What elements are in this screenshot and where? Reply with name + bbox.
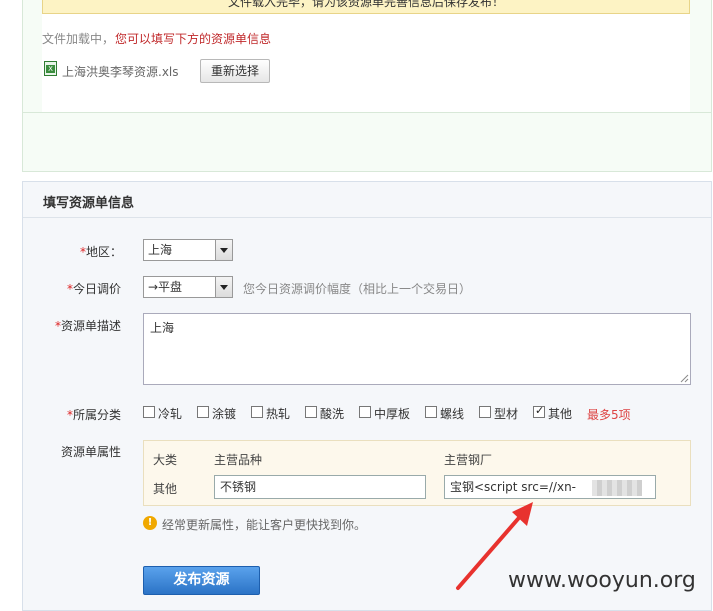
price-label: *今日调价 [67,282,122,296]
category-option-label: 其他 [548,407,573,421]
description-label: *资源单描述 [55,319,122,333]
description-textarea[interactable]: 上海 [143,313,691,385]
category-checkbox-checked[interactable] [533,404,545,418]
category-checkbox[interactable] [197,406,209,418]
form-panel [22,181,712,611]
resize-handle-icon[interactable] [679,373,689,383]
category-option-label: 螺线 [440,407,465,421]
tip-text: 经常更新属性，能让客户更快找到你。 [162,518,367,532]
divider [22,112,712,113]
file-name: 上海洪奥李琴资源.xls [62,65,179,79]
category-checkbox[interactable] [251,406,263,418]
price-hint: 您今日资源调价幅度（相比上一个交易日） [243,282,472,296]
category-option-label: 酸洗 [320,407,345,421]
reselect-button[interactable]: 重新选择 [200,59,270,83]
success-banner: 文件载入完毕，请为该资源单完善信息后保存发布！ [42,0,690,14]
category-checkbox[interactable] [305,406,317,418]
region-label: *地区： [80,245,123,259]
loading-status: 文件加载中， [42,32,115,46]
category-option-label: 型材 [494,407,519,421]
form-title: 填写资源单信息 [43,196,135,211]
category-checkbox[interactable] [425,406,437,418]
category-option-label: 热轧 [266,407,291,421]
loading-hint: 您可以填写下方的资源单信息 [115,32,272,46]
category-checkbox[interactable] [359,406,371,418]
max-selection-note: 最多5项 [587,408,631,422]
info-icon: ! [143,516,157,530]
attr-header-variety: 主营品种 [214,453,263,467]
chevron-down-icon[interactable] [215,240,232,260]
category-option-label: 冷轧 [158,407,183,421]
variety-input[interactable]: 不锈钢 [214,475,426,499]
category-checkbox[interactable] [143,406,155,418]
excel-file-icon: X [44,61,57,76]
chevron-down-icon[interactable] [215,277,232,297]
attributes-label: 资源单属性 [61,445,122,459]
redacted-blur [592,480,642,496]
region-select[interactable]: 上海 [143,239,233,261]
category-checkbox[interactable] [479,406,491,418]
attr-header-category: 大类 [153,453,178,467]
category-option-label: 中厚板 [374,407,411,421]
watermark: www.wooyun.org [508,568,696,593]
category-option-label: 涂镀 [212,407,237,421]
attr-header-mill: 主营钢厂 [444,453,493,467]
category-label: *所属分类 [67,408,122,422]
banner-text: 文件载入完毕，请为该资源单完善信息后保存发布！ [227,0,504,9]
attr-row-category: 其他 [153,482,178,496]
price-select[interactable]: →平盘 [143,276,233,298]
publish-button[interactable]: 发布资源 [143,566,260,595]
upload-content [42,0,690,112]
